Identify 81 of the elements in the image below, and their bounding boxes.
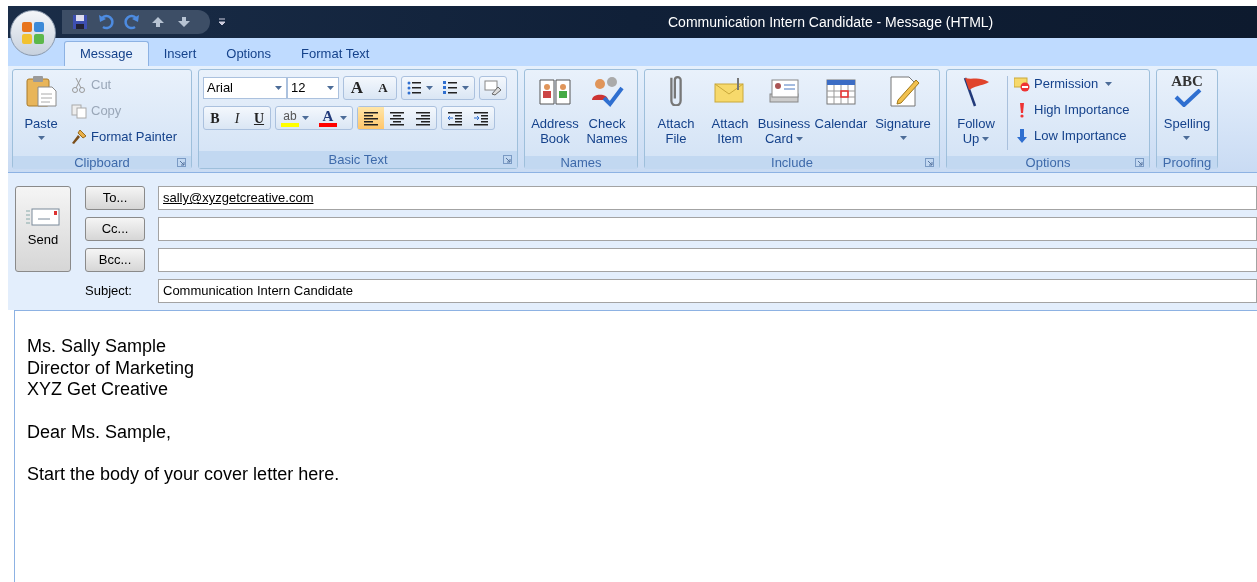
- shrink-font-button[interactable]: A: [370, 77, 396, 99]
- eraser-icon: [484, 80, 502, 96]
- ribbon-button[interactable]: Business Card: [757, 70, 811, 156]
- ribbon-tab[interactable]: Insert: [148, 41, 212, 66]
- body-text: Ms. Sally Sample: [27, 336, 167, 358]
- highlight-button[interactable]: ab: [276, 107, 314, 129]
- group-label: Clipboard: [74, 156, 130, 169]
- dialog-launcher-icon[interactable]: [177, 158, 186, 167]
- increase-indent-icon: [473, 110, 489, 126]
- decrease-indent-icon: [447, 110, 463, 126]
- ribbon-command[interactable]: Low Importance: [1014, 123, 1130, 149]
- group-label: Options: [1025, 156, 1071, 169]
- office-logo-icon: [20, 20, 46, 46]
- recipient-button[interactable]: Cc...: [85, 217, 145, 241]
- body-text: XYZ Get Creative: [27, 379, 169, 401]
- align-left-button[interactable]: [358, 107, 384, 129]
- group-label: Basic Text: [328, 153, 388, 166]
- bullet-list-icon: [407, 80, 423, 96]
- body-text: Director of Marketing: [27, 357, 195, 379]
- font-name-field[interactable]: Arial: [203, 77, 287, 99]
- customize-icon[interactable]: [218, 18, 226, 26]
- group-label: Names: [560, 156, 602, 169]
- font-size-field[interactable]: 12: [287, 77, 339, 99]
- undo-icon[interactable]: [98, 14, 114, 30]
- numbered-list-icon: [443, 80, 459, 96]
- ribbon-button[interactable]: Signature: [871, 70, 935, 156]
- grow-font-button[interactable]: A: [344, 77, 370, 99]
- ribbon-command[interactable]: Permission: [1014, 71, 1130, 97]
- ribbon-button[interactable]: Check Names: [581, 70, 633, 156]
- group-label: Include: [771, 156, 813, 169]
- ribbon-button[interactable]: Attach Item: [703, 70, 757, 156]
- ribbon-tab[interactable]: Options: [211, 41, 287, 66]
- ribbon-command[interactable]: High Importance: [1014, 97, 1130, 123]
- copy-icon: [71, 103, 87, 119]
- people-check-icon: [590, 74, 624, 108]
- caret-icon: [327, 86, 334, 90]
- ribbon-button[interactable]: Attach File: [649, 70, 703, 156]
- underline-button[interactable]: U: [248, 107, 270, 129]
- ribbon-tab[interactable]: Format Text: [286, 41, 385, 66]
- send-button[interactable]: Send: [15, 186, 71, 272]
- caret-icon: [275, 86, 282, 90]
- envelope-no-entry-icon: [1014, 76, 1030, 92]
- ribbon-tab[interactable]: Message: [64, 41, 149, 66]
- redo-icon[interactable]: [124, 14, 140, 30]
- spelling-button[interactable]: ABC Spelling: [1161, 70, 1213, 156]
- up-arrow-icon[interactable]: [150, 14, 166, 30]
- font-color-button[interactable]: A: [314, 107, 352, 129]
- recipient-button[interactable]: Bcc...: [85, 248, 145, 272]
- dialog-launcher-icon[interactable]: [503, 155, 512, 164]
- recipient-field[interactable]: [158, 248, 1257, 272]
- clear-formatting-button[interactable]: [479, 76, 507, 100]
- ribbon-button[interactable]: Calendar: [811, 70, 871, 156]
- dialog-launcher-icon[interactable]: [925, 158, 934, 167]
- subject-field[interactable]: Communication Intern Candidate: [158, 279, 1257, 303]
- ribbon-button[interactable]: Address Book: [529, 70, 581, 156]
- envelope-icon: [26, 208, 60, 227]
- recipient-field[interactable]: [158, 217, 1257, 241]
- down-arrow-icon[interactable]: [176, 14, 192, 30]
- down-arrow-icon: [1014, 128, 1030, 144]
- recipient-button[interactable]: To...: [85, 186, 145, 210]
- dialog-launcher-icon[interactable]: [1135, 158, 1144, 167]
- save-icon[interactable]: [72, 14, 88, 30]
- bold-button[interactable]: B: [204, 107, 226, 129]
- recipient-field[interactable]: sally@xyzgetcreative.com: [158, 186, 1257, 210]
- paintbrush-icon: [71, 129, 87, 145]
- message-body[interactable]: Ms. Sally Sample Director of Marketing XYZ Get Creative Dear Ms. Sample, Start the body of your cover letter here.: [14, 310, 1257, 582]
- window-title: Communication Intern Candidate - Message (HTML): [668, 12, 994, 32]
- align-right-icon: [415, 110, 431, 126]
- subject-label: Subject:: [85, 282, 133, 301]
- paperclip-icon: [670, 76, 682, 106]
- body-text: Dear Ms. Sample,: [27, 421, 172, 443]
- scissors-icon: [71, 77, 87, 93]
- group-label: Proofing: [1162, 156, 1212, 169]
- italic-button[interactable]: I: [226, 107, 248, 129]
- paste-button[interactable]: Paste: [17, 70, 65, 156]
- align-center-icon: [389, 110, 405, 126]
- clipboard-icon: [24, 74, 58, 108]
- ribbon-command[interactable]: Format Painter: [71, 124, 177, 150]
- body-text: Start the body of your cover letter here.: [27, 464, 340, 486]
- follow-up-button[interactable]: Follow Up: [951, 70, 1001, 156]
- align-left-icon: [363, 110, 379, 126]
